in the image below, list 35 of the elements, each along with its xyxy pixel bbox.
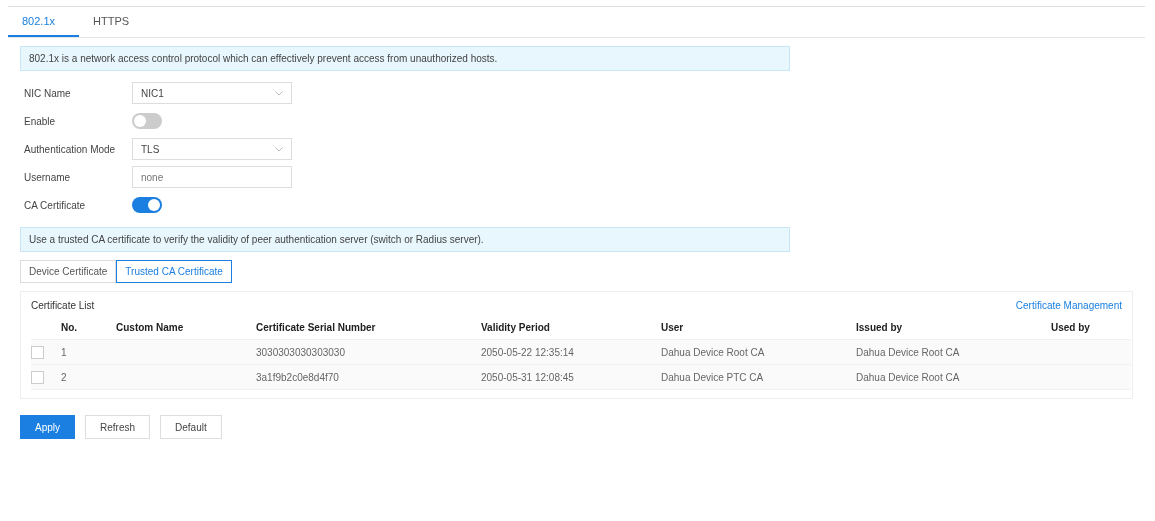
- table-cell: 2050-05-22 12:35:14: [481, 340, 661, 365]
- tab[interactable]: HTTPS: [79, 7, 154, 37]
- field-label: Authentication Mode: [24, 143, 117, 155]
- table-cell: 1: [61, 340, 116, 365]
- field-label: Enable: [24, 115, 57, 127]
- row-checkbox[interactable]: [31, 370, 44, 384]
- panel-title: Certificate List: [31, 300, 95, 311]
- table-cell: 3030303030303030: [256, 340, 481, 365]
- info-notice: Use a trusted CA certificate to verify the validity of peer authentication server (switch or Radius server).: [20, 227, 790, 252]
- field-label: Username: [24, 171, 72, 183]
- tab[interactable]: Device Certificate: [20, 260, 117, 283]
- table-cell: Dahua Device Root CA: [661, 340, 856, 365]
- chevron-down-icon: [275, 90, 283, 96]
- table-cell: 2050-05-31 12:08:45: [481, 365, 661, 390]
- tab[interactable]: Trusted CA Certificate: [116, 260, 232, 283]
- select-field[interactable]: NIC1: [132, 82, 292, 104]
- table-cell: Dahua Device Root CA: [856, 340, 1051, 365]
- action-button[interactable]: Apply: [20, 415, 75, 439]
- table-cell: Dahua Device Root CA: [856, 365, 1051, 390]
- field-label: CA Certificate: [24, 199, 87, 211]
- toggle-switch[interactable]: [132, 113, 162, 129]
- chevron-down-icon: [275, 146, 283, 152]
- table-cell: Dahua Device PTC CA: [661, 365, 856, 390]
- table-cell: 2: [61, 365, 116, 390]
- action-button[interactable]: Refresh: [85, 415, 151, 439]
- info-notice: 802.1x is a network access control protocol which can effectively prevent access from unauthorized hosts.: [20, 46, 790, 71]
- certificate-management-link[interactable]: Certificate Management: [1015, 300, 1122, 311]
- input-field[interactable]: none: [132, 166, 292, 188]
- toggle-switch[interactable]: [132, 197, 162, 213]
- select-field[interactable]: TLS: [132, 138, 292, 160]
- action-button[interactable]: Default: [160, 415, 222, 439]
- field-label: NIC Name: [24, 87, 72, 99]
- tab[interactable]: 802.1x: [8, 7, 80, 37]
- row-checkbox[interactable]: [31, 345, 44, 359]
- table-cell: 3a1f9b2c0e8d4f70: [256, 365, 481, 390]
